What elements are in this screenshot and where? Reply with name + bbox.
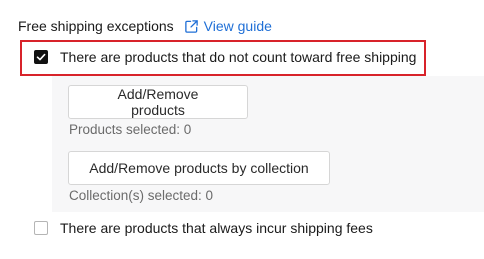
products-selected-count: Products selected: 0 — [69, 122, 192, 137]
section-title: Free shipping exceptions — [18, 18, 174, 34]
checkbox-unchecked-icon[interactable] — [34, 221, 48, 235]
add-remove-products-button[interactable]: Add/Remove products — [68, 85, 248, 119]
add-remove-by-collection-button[interactable]: Add/Remove products by collection — [68, 151, 330, 185]
option-label: There are products that do not count tow… — [60, 49, 417, 65]
option-label: There are products that always incur shi… — [60, 220, 373, 236]
collections-selected-count: Collection(s) selected: 0 — [69, 188, 214, 203]
checkbox-checked-icon[interactable] — [34, 50, 48, 64]
view-guide-link[interactable]: View guide — [184, 18, 272, 34]
section-header: Free shipping exceptions View guide — [18, 18, 272, 34]
view-guide-label: View guide — [203, 18, 272, 34]
option-no-free-shipping[interactable]: There are products that do not count tow… — [34, 49, 416, 65]
option-always-shipping-fees[interactable]: There are products that always incur shi… — [34, 220, 373, 236]
external-link-icon — [184, 19, 199, 34]
exception-products-panel: Add/Remove products Products selected: 0… — [52, 76, 484, 212]
